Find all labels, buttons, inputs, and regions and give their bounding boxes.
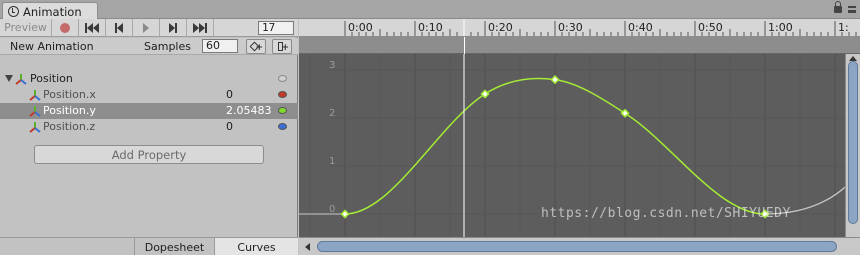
property-name: Position.z [43, 120, 96, 133]
property-row-z[interactable]: Position.z 0 [0, 119, 298, 135]
first-key-button[interactable] [79, 18, 106, 37]
y-axis-label: 2 [329, 108, 335, 119]
prev-key-button[interactable] [106, 18, 133, 37]
preview-button[interactable]: Preview [0, 18, 52, 37]
property-value[interactable]: 0 [226, 120, 233, 133]
add-event-button[interactable]: + [272, 39, 292, 54]
add-property-button[interactable]: Add Property [34, 145, 264, 164]
window-controls [834, 1, 856, 13]
transform-axis-icon [15, 74, 27, 85]
property-name: Position.y [43, 104, 96, 117]
transform-axis-icon [29, 122, 41, 133]
next-key-button[interactable] [160, 18, 187, 37]
animation-tab-label: Animation [23, 4, 82, 19]
ruler-label: 0:40 [628, 21, 653, 34]
vertical-scroll-thumb[interactable] [848, 61, 858, 224]
last-key-button[interactable] [187, 18, 214, 37]
curve-color-dot[interactable] [278, 123, 287, 130]
window-tab-bar: Animation [0, 0, 860, 20]
menu-icon[interactable] [848, 6, 856, 13]
properties-panel: Preview 17 New Animation Samples 60 + + … [0, 18, 298, 255]
vertical-scrollbar[interactable] [845, 54, 860, 237]
property-row-y[interactable]: Position.y 2.05483 [0, 103, 298, 119]
clip-row: New Animation Samples 60 + + [0, 38, 298, 55]
scroll-left-icon[interactable] [305, 243, 310, 251]
keyframe-marker[interactable] [550, 75, 560, 85]
playback-toolbar: Preview 17 [0, 18, 298, 37]
play-icon [143, 22, 149, 33]
current-frame-field[interactable]: 17 [258, 21, 294, 35]
animation-tab[interactable]: Animation [2, 2, 98, 20]
ruler-label: 1: [838, 21, 849, 34]
transform-axis-icon [29, 90, 41, 101]
timeline-ruler[interactable]: 0:00 0:10 0:20 0:30 0:40 0:50 1:00 1: [299, 19, 860, 37]
property-value[interactable]: 2.05483 [226, 104, 272, 117]
lock-icon[interactable] [834, 1, 842, 13]
ruler-label: 0:00 [348, 21, 373, 34]
curves-tab[interactable]: Curves [214, 238, 298, 255]
view-mode-tabs: Dopesheet Curves [0, 237, 298, 255]
group-curve-toggle[interactable] [278, 75, 287, 82]
add-keyframe-button[interactable]: + [246, 39, 266, 54]
ruler-label: 1:00 [768, 21, 793, 34]
keyframe-marker[interactable] [340, 209, 350, 219]
samples-field[interactable]: 60 [202, 39, 238, 53]
ruler-label: 0:30 [558, 21, 583, 34]
property-name: Position.x [43, 88, 96, 101]
expand-arrow-icon[interactable] [5, 75, 13, 82]
clip-selector[interactable]: New Animation [10, 40, 94, 53]
horizontal-scrollbar[interactable] [299, 237, 860, 255]
play-button[interactable] [133, 18, 160, 37]
horizontal-scroll-thumb[interactable] [317, 241, 837, 252]
property-value[interactable]: 0 [226, 88, 233, 101]
ruler-label: 0:20 [488, 21, 513, 34]
property-row-x[interactable]: Position.x 0 [0, 87, 298, 103]
record-button[interactable] [52, 18, 79, 37]
ruler-label: 0:50 [698, 21, 723, 34]
transform-axis-icon [29, 106, 41, 117]
watermark: https://blog.csdn.net/SHIYUEDY [541, 206, 791, 221]
dopesheet-tab[interactable]: Dopesheet [134, 238, 214, 255]
curve-color-dot[interactable] [278, 107, 287, 114]
playhead-event-marker [464, 37, 465, 54]
ruler-label: 0:10 [418, 21, 443, 34]
property-group-name: Position [30, 72, 73, 85]
property-group-position[interactable]: Position [0, 71, 298, 87]
record-icon [60, 22, 70, 33]
curve-color-dot[interactable] [278, 91, 287, 98]
clock-icon [8, 6, 19, 17]
y-axis-label: 0 [329, 204, 335, 215]
y-axis-label: 3 [329, 60, 335, 71]
samples-label: Samples [144, 40, 191, 53]
event-strip[interactable] [299, 37, 860, 54]
y-axis-label: 1 [329, 156, 335, 167]
